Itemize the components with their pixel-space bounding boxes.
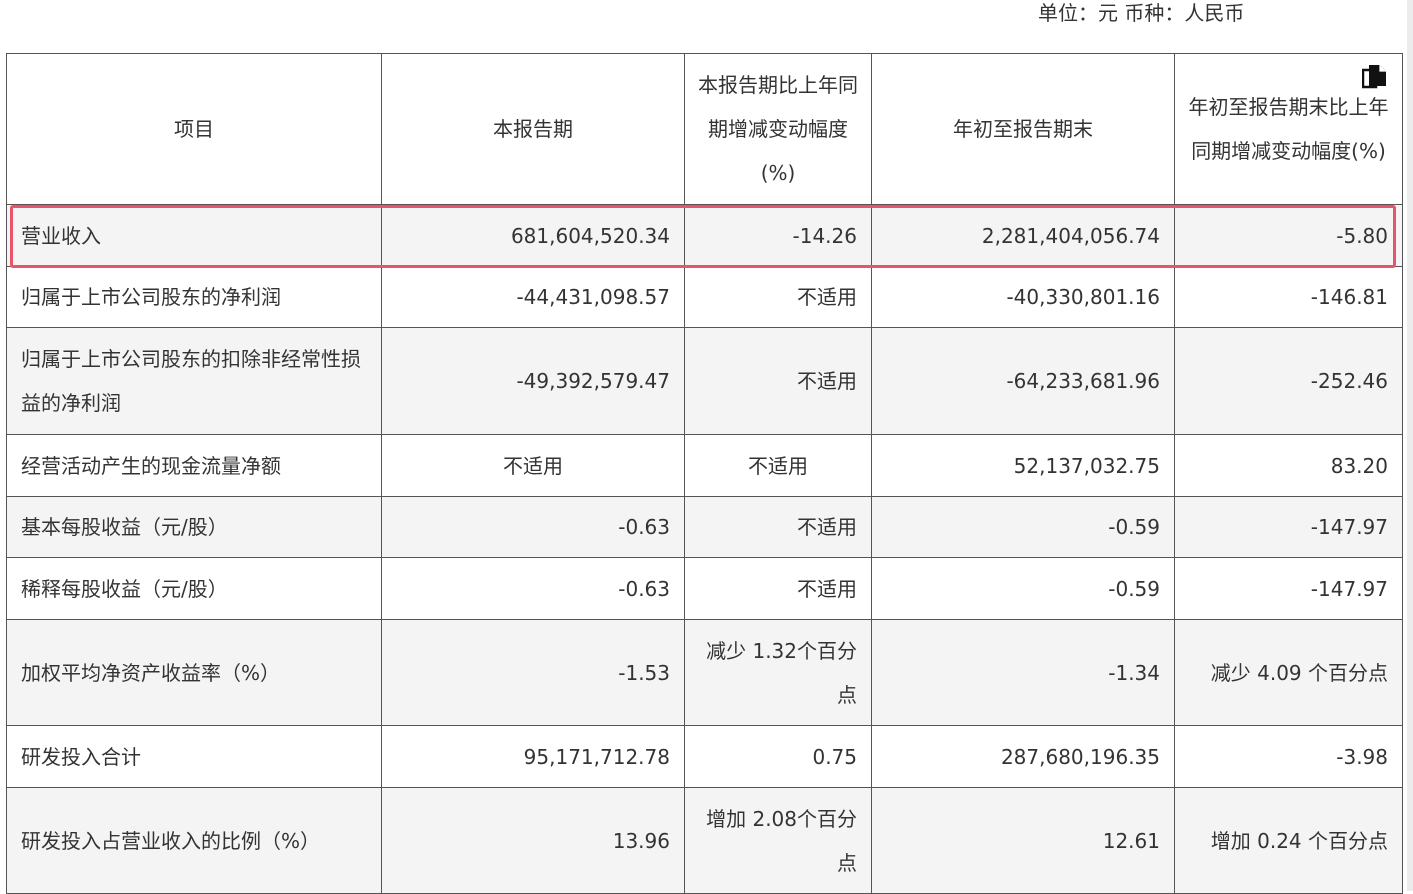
table-row: 基本每股收益（元/股） -0.63 不适用 -0.59 -147.97 xyxy=(6,496,1403,558)
row-item: 营业收入 xyxy=(6,204,382,267)
row-current: -44,431,098.57 xyxy=(381,266,685,328)
row-current: -1.53 xyxy=(381,619,685,726)
row-item: 稀释每股收益（元/股） xyxy=(6,557,382,620)
copy-icon[interactable] xyxy=(1361,64,1388,92)
header-ytd: 年初至报告期末 xyxy=(871,53,1175,205)
row-current-change: 不适用 xyxy=(684,434,872,497)
table-row: 归属于上市公司股东的净利润 -44,431,098.57 不适用 -40,330… xyxy=(6,266,1403,328)
header-current-period: 本报告期 xyxy=(381,53,685,205)
row-current-change: 不适用 xyxy=(684,496,872,558)
row-ytd-change: -5.80 xyxy=(1174,204,1403,267)
table-row: 归属于上市公司股东的扣除非经常性损益的净利润 -49,392,579.47 不适… xyxy=(6,327,1403,435)
row-ytd-change: -147.97 xyxy=(1174,557,1403,620)
row-ytd-change: 83.20 xyxy=(1174,434,1403,497)
copy-icon-graphic xyxy=(1361,65,1386,89)
financial-data-table: 项目 本报告期 本报告期比上年同期增减变动幅度(%) 年初至报告期末 年初至报告… xyxy=(6,53,1403,894)
row-current: -0.63 xyxy=(381,496,685,558)
row-current-change: 不适用 xyxy=(684,266,872,328)
row-ytd-change: -3.98 xyxy=(1174,725,1403,788)
table-row: 营业收入 681,604,520.34 -14.26 2,281,404,056… xyxy=(6,204,1403,267)
table-row: 研发投入占营业收入的比例（%） 13.96 增加 2.08个百分点 12.61 … xyxy=(6,787,1403,894)
row-item: 归属于上市公司股东的净利润 xyxy=(6,266,382,328)
row-current: 不适用 xyxy=(381,434,685,497)
row-ytd: -1.34 xyxy=(871,619,1175,726)
table-header-row: 项目 本报告期 本报告期比上年同期增减变动幅度(%) 年初至报告期末 年初至报告… xyxy=(6,53,1403,205)
row-item: 研发投入合计 xyxy=(6,725,382,788)
row-current-change: -14.26 xyxy=(684,204,872,267)
row-current: -49,392,579.47 xyxy=(381,327,685,435)
row-current: 95,171,712.78 xyxy=(381,725,685,788)
unit-currency-note: 单位：元 币种：人民币 xyxy=(1038,1,1245,25)
row-ytd: -64,233,681.96 xyxy=(871,327,1175,435)
row-item: 经营活动产生的现金流量净额 xyxy=(6,434,382,497)
header-item: 项目 xyxy=(6,53,382,205)
row-current-change: 不适用 xyxy=(684,327,872,435)
row-item: 研发投入占营业收入的比例（%） xyxy=(6,787,382,894)
row-item: 归属于上市公司股东的扣除非经常性损益的净利润 xyxy=(6,327,382,435)
vertical-scrollbar[interactable] xyxy=(1407,0,1413,891)
row-ytd-change: -147.97 xyxy=(1174,496,1403,558)
row-item: 加权平均净资产收益率（%） xyxy=(6,619,382,726)
row-current: -0.63 xyxy=(381,557,685,620)
row-item: 基本每股收益（元/股） xyxy=(6,496,382,558)
table-row: 研发投入合计 95,171,712.78 0.75 287,680,196.35… xyxy=(6,725,1403,788)
header-current-yoy-change: 本报告期比上年同期增减变动幅度(%) xyxy=(684,53,872,205)
financial-table-container: 项目 本报告期 本报告期比上年同期增减变动幅度(%) 年初至报告期末 年初至报告… xyxy=(6,53,1403,894)
table-row: 稀释每股收益（元/股） -0.63 不适用 -0.59 -147.97 xyxy=(6,557,1403,620)
row-ytd-change: 增加 0.24 个百分点 xyxy=(1174,787,1403,894)
row-current-change: 减少 1.32个百分点 xyxy=(684,619,872,726)
table-row: 经营活动产生的现金流量净额 不适用 不适用 52,137,032.75 83.2… xyxy=(6,434,1403,497)
row-current-change: 增加 2.08个百分点 xyxy=(684,787,872,894)
row-current-change: 不适用 xyxy=(684,557,872,620)
row-ytd: -0.59 xyxy=(871,496,1175,558)
row-ytd-change: -252.46 xyxy=(1174,327,1403,435)
row-ytd: 2,281,404,056.74 xyxy=(871,204,1175,267)
row-current: 681,604,520.34 xyxy=(381,204,685,267)
row-current-change: 0.75 xyxy=(684,725,872,788)
row-ytd: 12.61 xyxy=(871,787,1175,894)
row-ytd-change: -146.81 xyxy=(1174,266,1403,328)
row-ytd: 287,680,196.35 xyxy=(871,725,1175,788)
row-ytd-change: 减少 4.09 个百分点 xyxy=(1174,619,1403,726)
row-ytd: 52,137,032.75 xyxy=(871,434,1175,497)
row-ytd: -0.59 xyxy=(871,557,1175,620)
row-current: 13.96 xyxy=(381,787,685,894)
table-row: 加权平均净资产收益率（%） -1.53 减少 1.32个百分点 -1.34 减少… xyxy=(6,619,1403,726)
row-ytd: -40,330,801.16 xyxy=(871,266,1175,328)
